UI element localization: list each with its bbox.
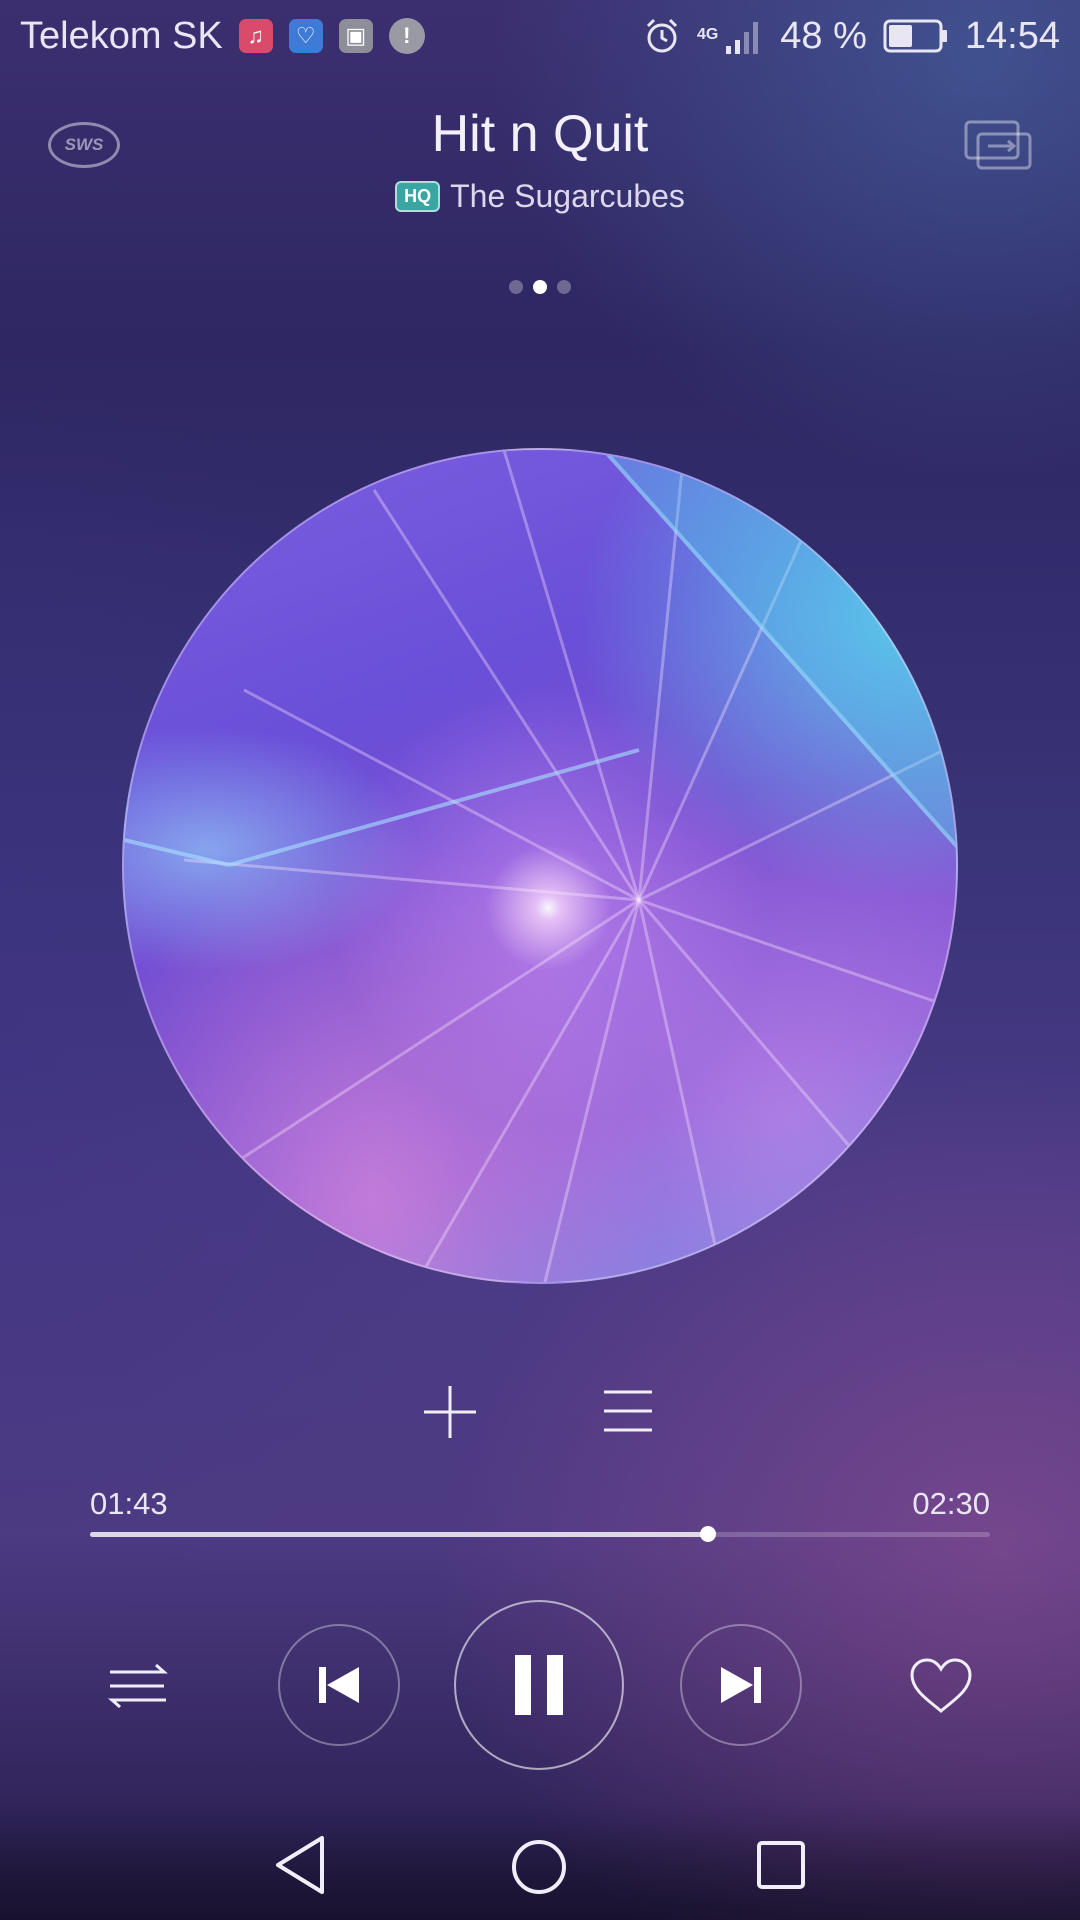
progress-thumb[interactable] <box>700 1526 717 1542</box>
total-time: 02:30 <box>912 1486 990 1521</box>
queue-icon <box>604 1390 652 1432</box>
heart-icon <box>910 1658 972 1713</box>
shuffle-button[interactable] <box>106 1654 170 1718</box>
previous-icon <box>319 1667 359 1703</box>
status-right: 4G 48 % 14:54 <box>643 15 1060 58</box>
gallery-icon: ▣ <box>338 19 373 53</box>
battery-percent: 48 % <box>780 14 867 57</box>
shuffle-icon <box>108 1663 168 1709</box>
health-icon: ♡ <box>288 19 323 53</box>
music-note-icon: ♫ <box>238 19 273 53</box>
back-icon <box>276 1836 324 1894</box>
status-bar: Telekom SK ♫ ♡ ▣ ! 4G 48 % 14:54 <box>0 0 1080 72</box>
status-left: Telekom SK ♫ ♡ ▣ ! <box>20 15 425 58</box>
back-button[interactable] <box>272 1834 328 1896</box>
cast-icon[interactable] <box>962 118 1032 172</box>
home-button[interactable] <box>510 1838 568 1896</box>
alert-icon: ! <box>388 18 425 54</box>
recent-apps-icon <box>757 1841 805 1889</box>
artist-name: The Sugarcubes <box>450 178 685 214</box>
artist-row: HQ The Sugarcubes <box>0 178 1080 215</box>
page-dot[interactable] <box>509 280 523 294</box>
add-to-playlist-button[interactable] <box>420 1382 480 1442</box>
alarm-icon <box>643 17 681 55</box>
add-icon <box>424 1386 476 1438</box>
song-title: Hit n Quit <box>431 105 649 163</box>
progress-fill <box>90 1532 709 1537</box>
queue-button[interactable] <box>600 1386 656 1436</box>
album-art-light-rays <box>124 450 956 1282</box>
next-button[interactable] <box>680 1624 802 1746</box>
recent-apps-button[interactable] <box>756 1840 806 1890</box>
page-dot[interactable] <box>533 280 547 294</box>
progress-bar[interactable] <box>90 1526 990 1542</box>
favorite-button[interactable] <box>908 1656 974 1716</box>
hq-badge: HQ <box>395 181 441 212</box>
next-icon <box>721 1667 761 1703</box>
battery-icon <box>883 18 949 54</box>
current-time: 01:43 <box>90 1486 168 1521</box>
carrier-name: Telekom SK <box>20 14 223 57</box>
clock: 14:54 <box>964 14 1060 57</box>
album-art[interactable] <box>122 448 958 1284</box>
previous-button[interactable] <box>278 1624 400 1746</box>
network-type: 4G <box>696 25 719 43</box>
pause-icon <box>515 1655 563 1715</box>
page-indicator[interactable] <box>0 280 1080 294</box>
page-dot[interactable] <box>557 280 571 294</box>
pause-button[interactable] <box>454 1600 624 1770</box>
navigation-bar <box>0 1800 1080 1920</box>
signal-icon <box>724 16 764 56</box>
home-icon <box>512 1840 566 1894</box>
